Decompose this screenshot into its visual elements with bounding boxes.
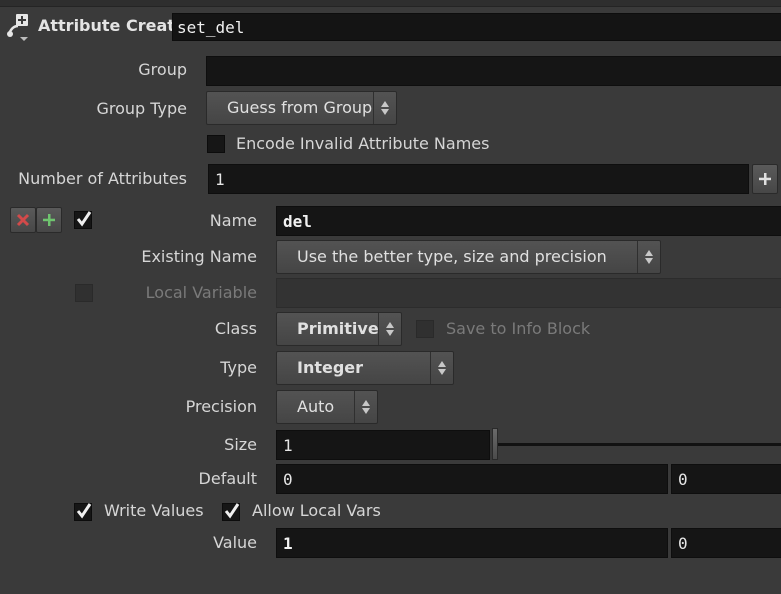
size-label: Size [224, 435, 257, 454]
class-menu[interactable]: Primitive [276, 312, 402, 346]
type-label: Type [220, 358, 257, 377]
allow-local-vars-label: Allow Local Vars [252, 501, 381, 520]
plus-icon [759, 173, 771, 185]
default-label: Default [198, 469, 257, 488]
remove-x-icon [16, 213, 30, 227]
existing-name-value: Use the better type, size and precision [297, 247, 607, 266]
menu-arrows-icon [637, 241, 660, 273]
insert-instance-button[interactable] [36, 207, 62, 233]
instance-enable-checkbox[interactable] [74, 211, 92, 229]
type-value: Integer [297, 358, 364, 377]
num-attributes-input[interactable]: 1 [208, 164, 749, 194]
group-type-value: Guess from Group [227, 98, 373, 117]
save-info-block-checkbox[interactable] [416, 320, 434, 338]
encode-invalid-label: Encode Invalid Attribute Names [236, 134, 490, 153]
allow-local-vars-checkbox[interactable] [222, 503, 240, 521]
name-input[interactable]: del [276, 206, 781, 236]
top-border [0, 0, 781, 7]
node-name-input[interactable]: set_del [172, 13, 781, 41]
group-type-label: Group Type [96, 99, 187, 118]
size-slider-track[interactable] [494, 443, 781, 446]
add-attribute-button[interactable] [752, 164, 778, 194]
save-info-block-label: Save to Info Block [446, 319, 591, 338]
value-input-1[interactable]: 1 [276, 528, 668, 558]
value-label: Value [213, 533, 257, 552]
value-input-2[interactable]: 0 [671, 528, 781, 558]
group-type-menu[interactable]: Guess from Group [206, 91, 397, 125]
menu-arrows-icon [378, 313, 401, 345]
local-variable-input[interactable] [276, 278, 781, 308]
name-label: Name [209, 211, 257, 230]
checkmark-icon [76, 211, 92, 227]
attribute-create-icon[interactable] [6, 12, 34, 42]
precision-menu[interactable]: Auto [276, 390, 378, 424]
size-input[interactable]: 1 [276, 430, 490, 460]
type-menu[interactable]: Integer [276, 351, 454, 385]
menu-arrows-icon [354, 391, 377, 423]
default-input-2[interactable]: 0 [671, 464, 781, 494]
num-attributes-label: Number of Attributes [18, 169, 187, 188]
default-input-1[interactable]: 0 [276, 464, 668, 494]
encode-invalid-checkbox[interactable] [207, 135, 225, 153]
precision-label: Precision [185, 397, 257, 416]
existing-name-menu[interactable]: Use the better type, size and precision [276, 240, 661, 274]
checkmark-icon [76, 503, 92, 519]
menu-arrows-icon [373, 92, 396, 124]
checkmark-icon [224, 503, 240, 519]
precision-value: Auto [297, 397, 335, 416]
write-values-label: Write Values [104, 501, 204, 520]
local-variable-label: Local Variable [145, 283, 257, 302]
menu-arrows-icon [430, 352, 453, 384]
node-type-label: Attribute Create [38, 16, 186, 35]
local-variable-checkbox[interactable] [75, 284, 93, 302]
write-values-checkbox[interactable] [74, 503, 92, 521]
group-input[interactable] [206, 56, 781, 86]
class-label: Class [214, 319, 257, 338]
remove-instance-button[interactable] [10, 207, 36, 233]
existing-name-label: Existing Name [141, 247, 257, 266]
insert-plus-icon [43, 214, 55, 226]
group-label: Group [138, 60, 187, 79]
class-value: Primitive [297, 319, 379, 338]
size-slider-handle[interactable] [492, 428, 498, 460]
